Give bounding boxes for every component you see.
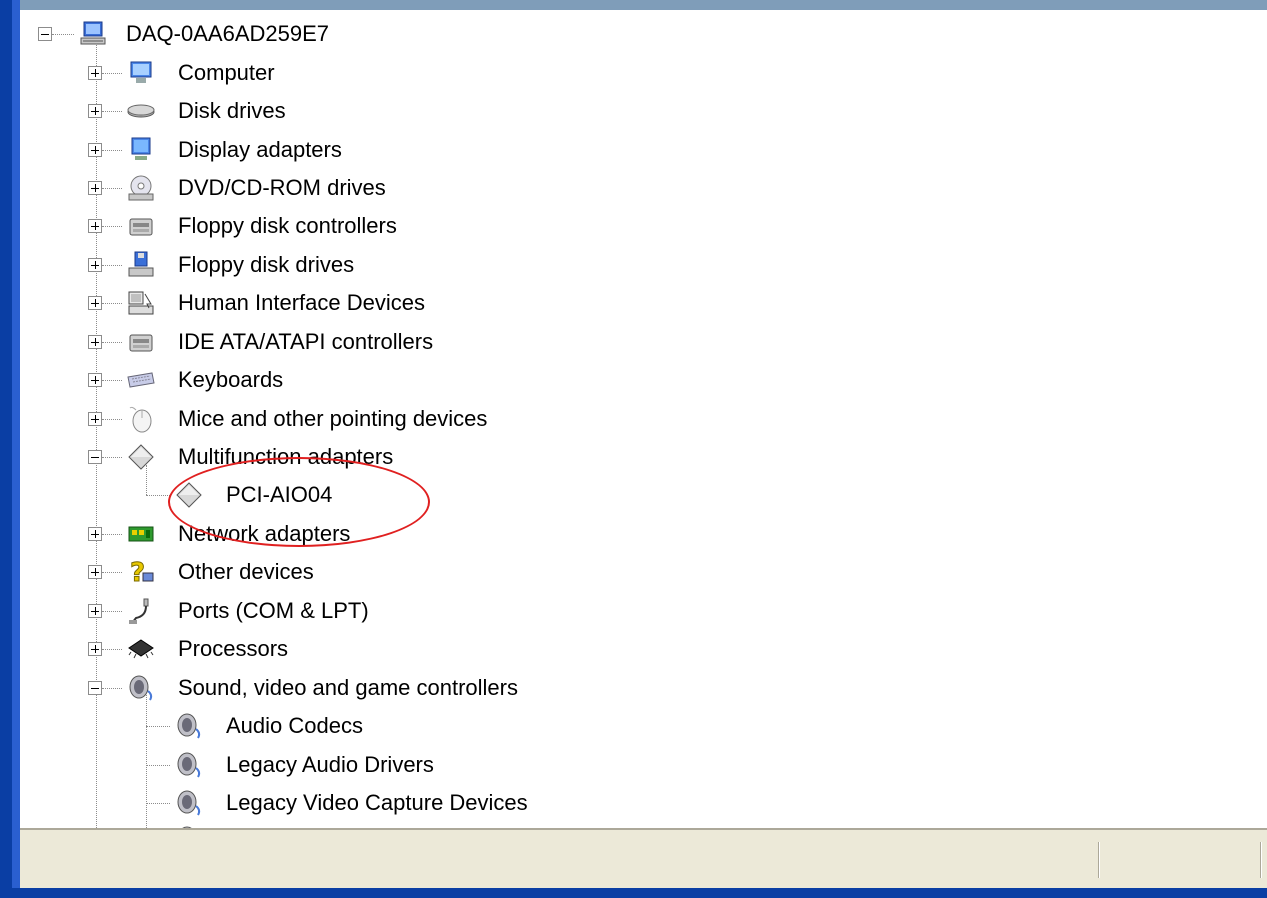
- device-label-legacy-video[interactable]: Legacy Video Capture Devices: [226, 788, 528, 818]
- expand-toggle-mice[interactable]: [88, 412, 102, 426]
- root-label[interactable]: DAQ-0AA6AD259E7: [126, 19, 329, 49]
- expand-toggle-floppy-drives[interactable]: [88, 258, 102, 272]
- category-label-floppy-controllers[interactable]: Floppy disk controllers: [178, 211, 397, 241]
- controller-icon: [129, 218, 153, 236]
- category-label-other[interactable]: Other devices: [178, 557, 314, 587]
- tree-connector: [52, 34, 74, 35]
- tree-connector: [102, 73, 122, 74]
- tree-connector: [146, 803, 170, 804]
- expand-toggle-computer[interactable]: [88, 66, 102, 80]
- status-pane: [1260, 842, 1262, 878]
- device-tree[interactable]: DAQ-0AA6AD259E7 Computer Disk drives Dis…: [20, 10, 1267, 828]
- mouse-icon: [129, 406, 152, 433]
- expand-toggle-processors[interactable]: [88, 642, 102, 656]
- collapse-toggle-sound[interactable]: [88, 681, 102, 695]
- expand-toggle-network[interactable]: [88, 527, 102, 541]
- expand-toggle-hid[interactable]: [88, 296, 102, 310]
- expand-toggle-dvd-cdrom[interactable]: [88, 181, 102, 195]
- tree-connector: [102, 111, 122, 112]
- tree-connector: [102, 688, 122, 689]
- cdrom-icon: [128, 175, 154, 201]
- category-label-sound[interactable]: Sound, video and game controllers: [178, 673, 518, 703]
- expand-toggle-ports[interactable]: [88, 604, 102, 618]
- hid-icon: [128, 291, 154, 315]
- computer-icon: [130, 61, 152, 83]
- tree-connector: [102, 380, 122, 381]
- category-label-dvd-cdrom[interactable]: DVD/CD-ROM drives: [178, 173, 386, 203]
- category-label-mice[interactable]: Mice and other pointing devices: [178, 404, 487, 434]
- keyboard-icon: [127, 372, 155, 388]
- sound-icon: [129, 675, 153, 701]
- status-bar: [20, 828, 1267, 890]
- display-adapter-icon: [131, 137, 151, 160]
- category-label-floppy-drives[interactable]: Floppy disk drives: [178, 250, 354, 280]
- category-label-display-adapters[interactable]: Display adapters: [178, 135, 342, 165]
- device-label-legacy-audio[interactable]: Legacy Audio Drivers: [226, 750, 434, 780]
- disk-drive-icon: [127, 104, 155, 118]
- port-icon: [129, 598, 149, 624]
- tree-connector: [102, 226, 122, 227]
- sound-icon: [177, 790, 201, 816]
- expand-toggle-floppy-controllers[interactable]: [88, 219, 102, 233]
- network-adapter-icon: [128, 526, 154, 542]
- expand-toggle-disk-drives[interactable]: [88, 104, 102, 118]
- tree-connector: [102, 265, 122, 266]
- category-label-keyboards[interactable]: Keyboards: [178, 365, 283, 395]
- tree-connector: [146, 726, 170, 727]
- device-label-audio-codecs[interactable]: Audio Codecs: [226, 711, 363, 741]
- tree-connector: [102, 457, 122, 458]
- expand-toggle-display-adapters[interactable]: [88, 143, 102, 157]
- category-label-computer[interactable]: Computer: [178, 58, 275, 88]
- sound-icon: [177, 752, 201, 778]
- tree-connector: [146, 765, 170, 766]
- unknown-device-icon: ?: [130, 558, 154, 587]
- tree-connector: [102, 572, 122, 573]
- category-label-processors[interactable]: Processors: [178, 634, 288, 664]
- expand-toggle-ide[interactable]: [88, 335, 102, 349]
- multifunction-icon: [128, 444, 154, 470]
- category-label-ide[interactable]: IDE ATA/ATAPI controllers: [178, 327, 433, 357]
- tree-connector: [102, 649, 122, 650]
- tree-connector-sound: [146, 695, 147, 828]
- highlight-ellipse: [168, 457, 430, 547]
- expand-toggle-keyboards[interactable]: [88, 373, 102, 387]
- tree-connector: [102, 611, 122, 612]
- tree-connector: [102, 188, 122, 189]
- root-collapse-toggle[interactable]: [38, 27, 52, 41]
- floppy-drive-icon: [128, 251, 154, 277]
- tree-connector: [102, 150, 122, 151]
- tree-connector: [146, 495, 170, 496]
- collapse-toggle-multifunction[interactable]: [88, 450, 102, 464]
- tree-connector: [102, 419, 122, 420]
- window-left-border: [0, 0, 20, 898]
- controller-icon: [129, 334, 153, 352]
- window-bottom-border: [0, 888, 1267, 898]
- expand-toggle-other[interactable]: [88, 565, 102, 579]
- window-top-border: [0, 0, 1267, 10]
- processor-icon: [128, 639, 154, 659]
- status-pane: [1098, 842, 1100, 878]
- tree-connector: [102, 342, 122, 343]
- tree-connector: [102, 303, 122, 304]
- tree-connector: [102, 534, 122, 535]
- computer-network-icon: [80, 21, 106, 45]
- category-label-hid[interactable]: Human Interface Devices: [178, 288, 425, 318]
- category-label-ports[interactable]: Ports (COM & LPT): [178, 596, 369, 626]
- sound-icon: [177, 713, 201, 739]
- category-label-disk-drives[interactable]: Disk drives: [178, 96, 286, 126]
